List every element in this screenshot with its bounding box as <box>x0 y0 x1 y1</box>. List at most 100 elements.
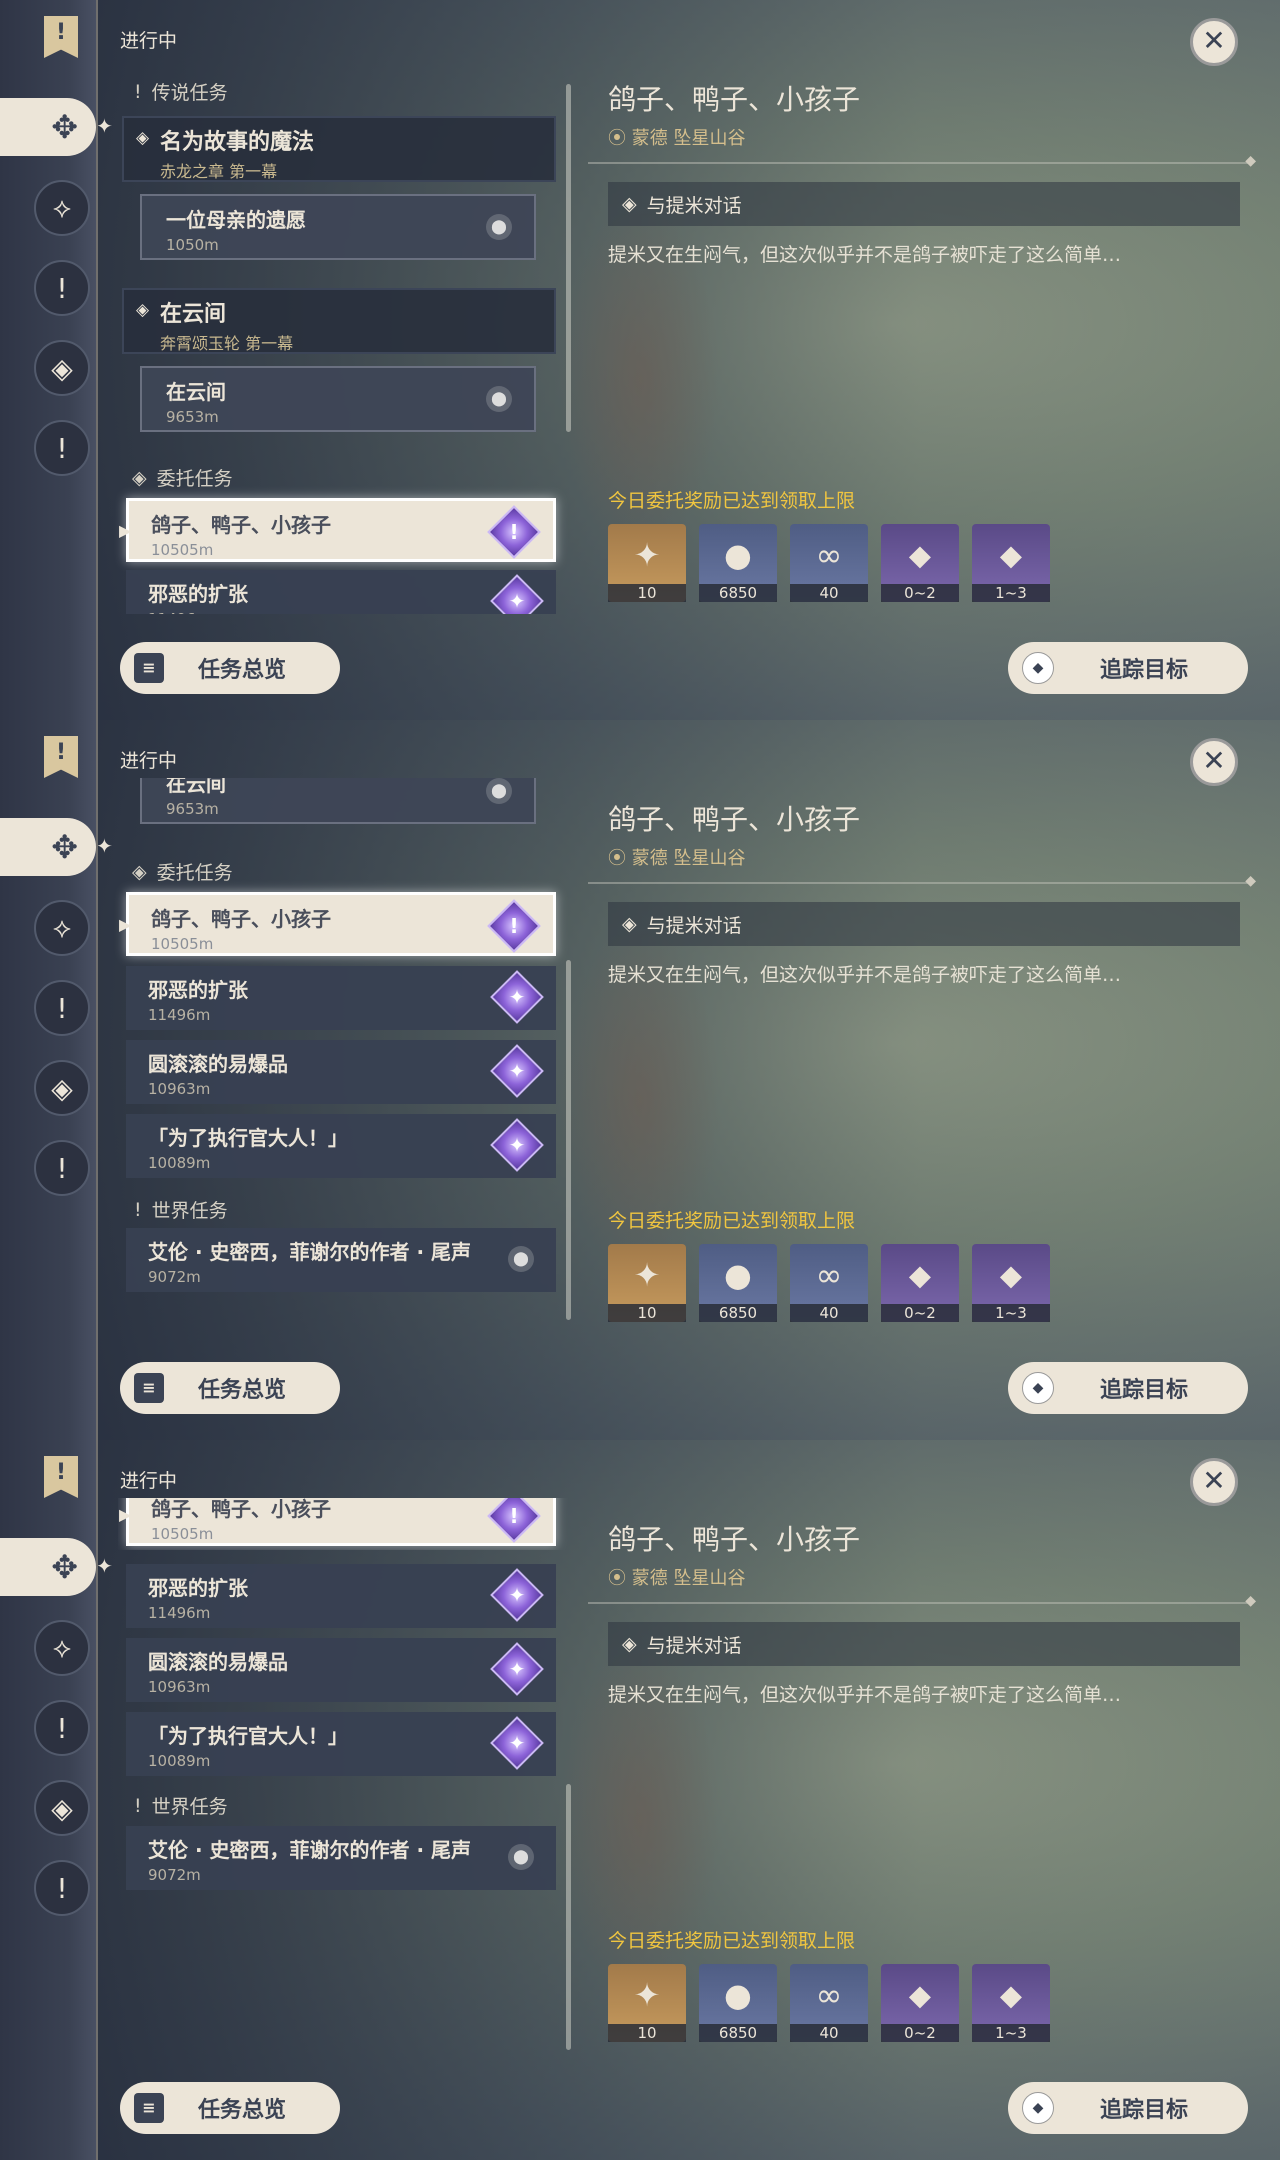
archon-quest-icon[interactable]: ⟡ <box>34 180 90 236</box>
quest-overview-button[interactable]: ≡ 任务总览 <box>120 2082 340 2134</box>
quest-panel-1: ! ✥ ⟡ ! ◈ ! ✦ 进行中 ! 传说任务 ◈ 名为故事的魔法 赤龙之章 第… <box>0 0 1280 720</box>
adventure-exp-icon: ✦ <box>633 1976 661 2014</box>
commission-icon[interactable]: ◈ <box>34 340 90 396</box>
bookmark-icon[interactable]: ! <box>44 1456 78 1498</box>
story-quest-icon[interactable]: ! <box>34 980 90 1036</box>
reward-item[interactable]: ● 6850 <box>699 1964 777 2042</box>
close-button[interactable]: ✕ <box>1190 18 1238 66</box>
track-target-button[interactable]: ◆ 追踪目标 <box>1008 1362 1248 1414</box>
sub-quest-2[interactable]: 在云间 9653m ⬤ <box>140 778 536 824</box>
all-quests-tab[interactable]: ✥ <box>0 1538 96 1596</box>
story-quest-icon[interactable]: ! <box>34 260 90 316</box>
mora-icon: ● <box>724 1976 752 2014</box>
list-scrollbar[interactable] <box>566 960 571 1320</box>
sub-quest-clip: 在云间 9653m ⬤ <box>118 778 558 824</box>
crystal-chunk-icon: ⬥ <box>908 535 932 574</box>
legend-quest-header: ! 传说任务 <box>134 80 228 105</box>
category-rail: ! ✥ ⟡ ! ◈ ! <box>0 0 98 720</box>
rail-divider <box>96 0 98 720</box>
rail-divider <box>96 720 98 1440</box>
world-quest-item[interactable]: 艾伦 · 史密西，菲谢尔的作者 · 尾声 9072m ⬤ <box>126 1826 556 1890</box>
quest-detail: 鸽子、鸭子、小孩子 ⦿ 蒙德 坠星山谷 ◈与提米对话 提米又在生闷气，但这次似乎… <box>588 720 1256 1440</box>
sub-quest-2[interactable]: 在云间 9653m ⬤ <box>140 366 536 432</box>
reward-item[interactable]: ✦ 10 <box>608 1244 686 1322</box>
quest-description: 提米又在生闷气，但这次似乎并不是鸽子被吓走了这么简单… <box>608 964 1122 986</box>
category-rail: ! ✥ ⟡ ! ◈ ! <box>0 720 98 1440</box>
overview-icon: ≡ <box>134 2093 164 2123</box>
reward-item[interactable]: ● 6850 <box>699 524 777 602</box>
reward-item[interactable]: ⬥ 0~2 <box>881 524 959 602</box>
sparkle-icon: ✦ <box>96 114 113 138</box>
archon-quest-icon[interactable]: ⟡ <box>34 1620 90 1676</box>
reward-item[interactable]: ✦ 10 <box>608 524 686 602</box>
story-quest-icon[interactable]: ! <box>34 1700 90 1756</box>
commission-icon[interactable]: ◈ <box>34 1780 90 1836</box>
list-scrollbar[interactable] <box>566 84 571 432</box>
close-button[interactable]: ✕ <box>1190 738 1238 786</box>
quest-overview-button[interactable]: ≡ 任务总览 <box>120 642 340 694</box>
commission-item[interactable]: 邪恶的扩张 11496m ✦ <box>126 966 556 1030</box>
reward-list: ✦ 10 ● 6850 ∞ 40 ⬥ 0~2 ⬥ 1~3 <box>608 1964 1050 2042</box>
all-quests-tab[interactable]: ✥ <box>0 818 96 876</box>
objective-bar: ◈ 与提米对话 <box>608 182 1240 226</box>
reward-item[interactable]: ⬥ 0~2 <box>881 1964 959 2042</box>
list-scrollbar[interactable] <box>566 1784 571 2050</box>
bookmark-icon[interactable]: ! <box>44 736 78 778</box>
quest-title: 鸽子、鸭子、小孩子 <box>608 803 861 836</box>
commission-item-selected[interactable]: ▶ 鸽子、鸭子、小孩子 10505m ! <box>119 892 556 956</box>
commission-icon[interactable]: ◈ <box>34 1060 90 1116</box>
sub-quest-1[interactable]: 一位母亲的遗愿 1050m ⬤ <box>140 194 536 260</box>
reward-item[interactable]: ● 6850 <box>699 1244 777 1322</box>
quest-list: ▶ 鸽子、鸭子、小孩子 10505m ! 邪恶的扩张 11496m ✦ 圆滚滚的… <box>118 1440 568 2160</box>
main-quest-1[interactable]: ◈ 名为故事的魔法 赤龙之章 第一幕 <box>122 116 556 182</box>
pointer-icon: ▶ <box>119 1505 132 1524</box>
all-quests-tab[interactable]: ✥ <box>0 98 96 156</box>
reward-item[interactable]: ✦ 10 <box>608 1964 686 2042</box>
commission-item[interactable]: 「为了执行官大人！」 10089m ✦ <box>126 1712 556 1776</box>
reward-item[interactable]: ⬥ 1~3 <box>972 1964 1050 2042</box>
location-pin-icon: ⬤ <box>508 1246 534 1272</box>
objective-diamond-icon: ◈ <box>622 913 637 935</box>
world-quest-icon[interactable]: ! <box>34 420 90 476</box>
exclaim-icon: ! <box>134 80 142 103</box>
bookmark-icon[interactable]: ! <box>44 16 78 58</box>
commission-item[interactable]: 邪恶的扩张 11496m ✦ <box>126 570 556 614</box>
sparkle-icon: ✦ <box>96 834 113 858</box>
reward-item[interactable]: ∞ 40 <box>790 1244 868 1322</box>
reward-limit-notice: 今日委托奖励已达到领取上限 <box>608 1210 856 1232</box>
archon-quest-icon[interactable]: ⟡ <box>34 900 90 956</box>
track-diamond-icon: ◆ <box>1022 652 1054 684</box>
commission-item[interactable]: 圆滚滚的易爆品 10963m ✦ <box>126 1638 556 1702</box>
crystal-chunk-icon: ⬥ <box>908 1255 932 1294</box>
reward-item[interactable]: ∞ 40 <box>790 1964 868 2042</box>
world-quest-item[interactable]: 艾伦 · 史密西，菲谢尔的作者 · 尾声 9072m ⬤ <box>126 1228 556 1292</box>
reward-item[interactable]: ⬥ 0~2 <box>881 1244 959 1322</box>
quest-overview-button[interactable]: ≡ 任务总览 <box>120 1362 340 1414</box>
commission-item[interactable]: 圆滚滚的易爆品 10963m ✦ <box>126 1040 556 1104</box>
pin-icon: ⦿ <box>608 848 632 869</box>
main-quest-2[interactable]: ◈ 在云间 奔霄颂玉轮 第一幕 <box>122 288 556 354</box>
track-target-button[interactable]: ◆ 追踪目标 <box>1008 2082 1248 2134</box>
world-quest-icon[interactable]: ! <box>34 1140 90 1196</box>
quest-description: 提米又在生闷气，但这次似乎并不是鸽子被吓走了这么简单… <box>608 244 1122 266</box>
objective-diamond-icon: ◈ <box>622 1633 637 1655</box>
adventure-exp-icon: ✦ <box>633 536 661 574</box>
pointer-icon: ▶ <box>119 915 132 934</box>
commission-item[interactable]: 「为了执行官大人！」 10089m ✦ <box>126 1114 556 1178</box>
quest-title: 鸽子、鸭子、小孩子 <box>608 83 861 116</box>
commission-item-selected[interactable]: ▶ 鸽子、鸭子、小孩子 10505m ! <box>119 1498 556 1546</box>
commission-item[interactable]: 邪恶的扩张 11496m ✦ <box>126 1564 556 1628</box>
commission-header: ◈ 委托任务 <box>132 466 233 491</box>
track-target-button[interactable]: ◆ 追踪目标 <box>1008 642 1248 694</box>
commission-item-selected[interactable]: ▶ 鸽子、鸭子、小孩子 10505m ! <box>119 498 556 562</box>
crystal-cluster-icon: ⬥ <box>999 1975 1023 2014</box>
reward-list: ✦ 10 ● 6850 ∞ 40 ⬥ 0~2 ⬥ 1~3 <box>608 524 1050 602</box>
reward-item[interactable]: ∞ 40 <box>790 524 868 602</box>
close-button[interactable]: ✕ <box>1190 1458 1238 1506</box>
reward-item[interactable]: ⬥ 1~3 <box>972 1244 1050 1322</box>
pointer-icon: ▶ <box>119 521 132 540</box>
adventure-exp-icon: ✦ <box>633 1256 661 1294</box>
world-quest-icon[interactable]: ! <box>34 1860 90 1916</box>
category-rail: ! ✥ ⟡ ! ◈ ! <box>0 1440 98 2160</box>
reward-item[interactable]: ⬥ 1~3 <box>972 524 1050 602</box>
